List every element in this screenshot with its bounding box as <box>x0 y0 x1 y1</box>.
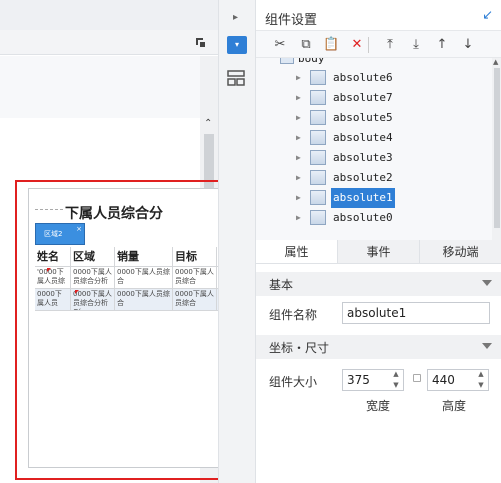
cut-icon[interactable]: ✂ <box>272 37 288 53</box>
section-coords[interactable]: 坐标・尺寸 <box>256 335 501 359</box>
layout-icon[interactable] <box>227 70 245 86</box>
tree-item-label: absolute6 <box>333 71 393 84</box>
tree-item-label: absolute2 <box>333 171 393 184</box>
component-name-input[interactable] <box>342 302 490 324</box>
tree-item-absolute3[interactable]: ▶ absolute3 <box>296 148 490 168</box>
component-name-label: 组件名称 <box>269 308 318 322</box>
component-size-label: 组件大小 <box>269 375 318 389</box>
expand-triangle-icon[interactable]: ▶ <box>296 108 301 128</box>
tree-item-absolute0[interactable]: ▶ absolute0 <box>296 208 490 228</box>
canvas-header <box>0 0 218 30</box>
send-to-bottom-icon[interactable]: ⤓ <box>408 37 424 53</box>
component-icon <box>310 210 326 225</box>
component-toolbar: ✂ ⧉ 📋 ✕ ⤒ ⤓ ↑ ↓ <box>256 30 501 58</box>
lock-ratio-icon[interactable] <box>413 374 421 382</box>
component-icon <box>310 70 326 85</box>
collapse-icon[interactable]: ↙ <box>482 8 493 23</box>
collapse-arrow-icon[interactable] <box>482 280 492 286</box>
tab-mobile[interactable]: 移动端 <box>420 240 501 263</box>
decrement-icon[interactable]: ▼ <box>475 380 487 391</box>
scrollbar-thumb[interactable] <box>494 68 500 228</box>
tree-item-absolute7[interactable]: ▶ absolute7 <box>296 88 490 108</box>
expand-arrow-icon[interactable]: ▸ <box>233 12 238 23</box>
expand-triangle-icon[interactable]: ▶ <box>296 208 301 228</box>
component-icon <box>310 110 326 125</box>
toolbar-divider <box>368 37 369 53</box>
side-strip: ▸ ▾ <box>218 0 255 483</box>
delete-icon[interactable]: ✕ <box>349 37 365 53</box>
tree-item-absolute6[interactable]: ▶ absolute6 <box>296 68 490 88</box>
tree-scrollbar[interactable]: ▲ <box>492 58 501 240</box>
section-basic-label: 基本 <box>269 278 294 292</box>
width-stepper[interactable]: ▲ ▼ <box>390 369 402 391</box>
collapse-arrow-icon[interactable] <box>482 343 492 349</box>
tree-item-label: absolute4 <box>333 131 393 144</box>
expand-triangle-icon[interactable]: ▶ <box>296 148 301 168</box>
move-down-icon[interactable]: ↓ <box>460 37 476 53</box>
tree-root-label: body <box>298 58 325 65</box>
component-tree: body ▶ absolute6 ▶ absolute7 ▶ absolute5… <box>256 58 501 240</box>
component-icon <box>310 130 326 145</box>
tree-item-label: absolute5 <box>333 111 393 124</box>
height-caption: 高度 <box>442 399 467 413</box>
section-basic[interactable]: 基本 <box>256 272 501 296</box>
component-settings-toggle[interactable]: ▾ <box>227 36 247 54</box>
increment-icon[interactable]: ▲ <box>390 369 402 380</box>
increment-icon[interactable]: ▲ <box>475 369 487 380</box>
expand-triangle-icon[interactable]: ▶ <box>296 68 301 88</box>
component-icon <box>310 190 326 205</box>
component-icon <box>310 150 326 165</box>
component-icon <box>310 170 326 185</box>
bring-to-top-icon[interactable]: ⤒ <box>382 37 398 53</box>
panel-tabs: 属性 事件 移动端 <box>256 240 501 264</box>
tree-item-absolute2[interactable]: ▶ absolute2 <box>296 168 490 188</box>
container-icon <box>280 58 294 64</box>
paste-icon[interactable]: 📋 <box>323 37 339 53</box>
expand-triangle-icon[interactable]: ▶ <box>296 188 301 208</box>
expand-triangle-icon[interactable]: ▶ <box>296 168 301 188</box>
tree-item-label: absolute0 <box>333 211 393 224</box>
width-caption: 宽度 <box>366 399 391 413</box>
expand-triangle-icon[interactable]: ▶ <box>296 88 301 108</box>
tree-item-label: absolute1 <box>331 188 395 208</box>
tree-item-absolute1[interactable]: ▶ absolute1 <box>296 188 490 208</box>
tab-events[interactable]: 事件 <box>338 240 420 263</box>
tree-item-label: absolute7 <box>333 91 393 104</box>
tree-item-absolute5[interactable]: ▶ absolute5 <box>296 108 490 128</box>
settings-panel: 组件设置 ↙ ✂ ⧉ 📋 ✕ ⤒ ⤓ ↑ ↓ body ▶ absolute6 … <box>255 0 501 483</box>
section-coords-label: 坐标・尺寸 <box>269 341 330 355</box>
decrement-icon[interactable]: ▼ <box>390 380 402 391</box>
expand-triangle-icon[interactable]: ▶ <box>296 128 301 148</box>
tree-item-absolute4[interactable]: ▶ absolute4 <box>296 128 490 148</box>
panel-title: 组件设置 <box>265 13 318 28</box>
tree-item-label: absolute3 <box>333 151 393 164</box>
scroll-up-icon[interactable]: ⌃ <box>204 118 212 129</box>
tree-root[interactable]: body <box>280 58 325 65</box>
tab-properties[interactable]: 属性 <box>256 240 338 263</box>
component-icon <box>310 90 326 105</box>
canvas-toolbar <box>0 30 218 55</box>
move-up-icon[interactable]: ↑ <box>434 37 450 53</box>
height-stepper[interactable]: ▲ ▼ <box>475 369 487 391</box>
corner-resize-icon[interactable] <box>195 37 206 48</box>
scroll-up-icon[interactable]: ▲ <box>493 58 498 66</box>
copy-icon[interactable]: ⧉ <box>298 37 314 53</box>
